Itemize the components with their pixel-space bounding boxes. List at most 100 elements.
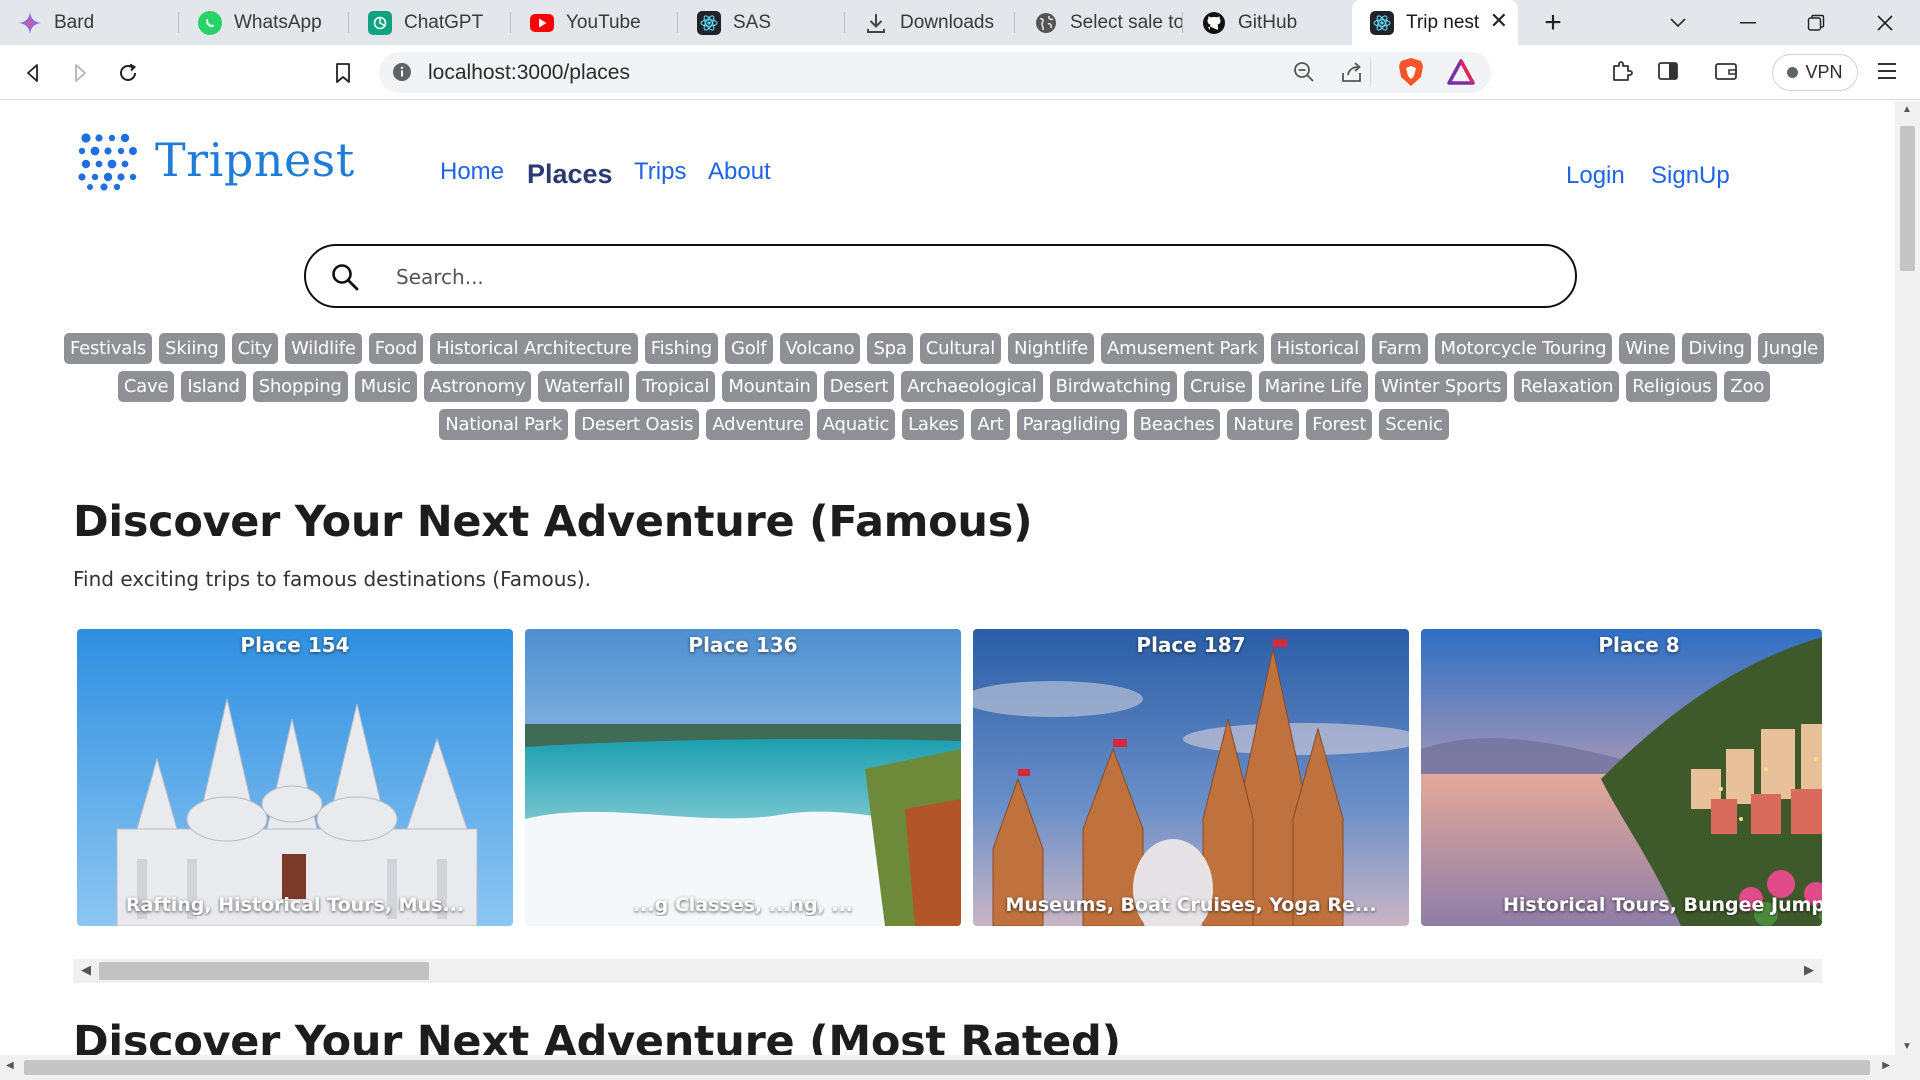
menu-icon[interactable]	[1876, 61, 1898, 86]
scroll-left-icon[interactable]: ◀	[6, 1060, 14, 1071]
category-tag[interactable]: Waterfall	[538, 371, 630, 402]
tab-sas[interactable]: SAS	[679, 0, 844, 45]
nav-trips[interactable]: Trips	[634, 158, 686, 186]
tab-select-sale[interactable]: Select sale to	[1016, 0, 1182, 45]
page-horizontal-scrollbar-thumb[interactable]	[24, 1060, 1870, 1075]
tab-bard[interactable]: Bard	[0, 0, 178, 45]
nav-home[interactable]: Home	[440, 158, 504, 186]
place-card[interactable]: Place 8 Historical Tours, Bungee Jumpi..…	[1421, 629, 1822, 926]
forward-arrow-icon[interactable]	[61, 54, 99, 92]
category-tag[interactable]: Motorcycle Touring	[1434, 333, 1613, 364]
category-tag[interactable]: Desert Oasis	[575, 409, 700, 440]
category-tag[interactable]: Island	[181, 371, 246, 402]
carousel-scrollbar-thumb[interactable]	[99, 962, 429, 980]
tab-trip-nest[interactable]: Trip nest ✕	[1352, 0, 1518, 45]
category-tag[interactable]: Birdwatching	[1049, 371, 1177, 402]
category-tag[interactable]: Aquatic	[816, 409, 896, 440]
category-tag[interactable]: Wine	[1619, 333, 1676, 364]
category-tag[interactable]: Marine Life	[1258, 371, 1369, 402]
signup-link[interactable]: SignUp	[1651, 162, 1730, 190]
category-tag[interactable]: Beaches	[1133, 409, 1221, 440]
category-tag[interactable]: Winter Sports	[1375, 371, 1508, 402]
minimize-icon[interactable]	[1725, 0, 1771, 45]
search-input[interactable]	[396, 261, 1496, 293]
category-tag[interactable]: Festivals	[63, 333, 153, 364]
place-card[interactable]: Place 187 Museums, Boat Cruises, Yoga Re…	[973, 629, 1409, 926]
category-tag[interactable]: Astronomy	[423, 371, 532, 402]
zoom-icon[interactable]	[1292, 60, 1316, 89]
category-tag[interactable]: Scenic	[1379, 409, 1449, 440]
category-tag[interactable]: Adventure	[706, 409, 810, 440]
url-text[interactable]: localhost:3000/places	[428, 61, 630, 85]
bookmark-icon[interactable]	[324, 54, 362, 92]
scroll-right-icon[interactable]: ▶	[1804, 962, 1814, 978]
tab-search-chevron-icon[interactable]	[1655, 0, 1701, 45]
category-tag[interactable]: Art	[971, 409, 1010, 440]
category-tag[interactable]: Lakes	[902, 409, 965, 440]
scroll-up-icon[interactable]: ▲	[1902, 104, 1912, 115]
category-tag[interactable]: City	[231, 333, 279, 364]
category-tag[interactable]: Wildlife	[285, 333, 362, 364]
category-tag[interactable]: Fishing	[644, 333, 719, 364]
extensions-icon[interactable]	[1610, 59, 1634, 88]
close-window-icon[interactable]	[1862, 0, 1908, 45]
page-horizontal-scrollbar[interactable]: ◀ ▶	[0, 1055, 1920, 1080]
place-card[interactable]: Place 136 ...g Classes, ...ng, ...	[525, 629, 961, 926]
search-bar[interactable]	[304, 244, 1577, 308]
category-tag[interactable]: Historical Architecture	[430, 333, 638, 364]
category-tag[interactable]: Forest	[1306, 409, 1373, 440]
scroll-left-icon[interactable]: ◀	[81, 962, 91, 978]
nav-about[interactable]: About	[708, 158, 771, 186]
category-tag[interactable]: Religious	[1626, 371, 1718, 402]
page-scrollbar-thumb[interactable]	[1900, 126, 1915, 271]
sidebar-toggle-icon[interactable]	[1656, 59, 1680, 88]
category-tag[interactable]: Golf	[725, 333, 773, 364]
category-tag[interactable]: Historical	[1270, 333, 1365, 364]
category-tag[interactable]: Cave	[117, 371, 175, 402]
category-tag[interactable]: Amusement Park	[1101, 333, 1264, 364]
tab-chatgpt[interactable]: ChatGPT	[350, 0, 510, 45]
reload-icon[interactable]	[109, 54, 147, 92]
category-tag[interactable]: Music	[354, 371, 417, 402]
new-tab-icon[interactable]: +	[1530, 0, 1576, 45]
tab-whatsapp[interactable]: WhatsApp	[180, 0, 348, 45]
page-scrollbar[interactable]: ▲ ▼	[1895, 101, 1920, 1055]
category-tag[interactable]: Cruise	[1184, 371, 1252, 402]
carousel-scrollbar[interactable]: ◀ ▶	[73, 959, 1822, 983]
category-tag[interactable]: Diving	[1682, 333, 1751, 364]
brave-rewards-icon[interactable]	[1447, 59, 1475, 90]
category-tag[interactable]: Volcano	[779, 333, 861, 364]
category-tag[interactable]: Nightlife	[1008, 333, 1094, 364]
tab-downloads[interactable]: Downloads	[846, 0, 1014, 45]
category-tag[interactable]: Cultural	[919, 333, 1002, 364]
category-tag[interactable]: Farm	[1371, 333, 1428, 364]
category-tag[interactable]: Skiing	[159, 333, 225, 364]
share-icon[interactable]	[1340, 60, 1364, 89]
scroll-right-icon[interactable]: ▶	[1882, 1060, 1890, 1071]
category-tag[interactable]: Tropical	[636, 371, 716, 402]
category-tag[interactable]: Jungle	[1757, 333, 1825, 364]
scroll-down-icon[interactable]: ▼	[1902, 1041, 1912, 1052]
category-tag[interactable]: Food	[368, 333, 424, 364]
site-logo[interactable]: Tripnest	[77, 129, 355, 191]
category-tag[interactable]: National Park	[439, 409, 569, 440]
category-tag[interactable]: Nature	[1227, 409, 1300, 440]
category-tag[interactable]: Desert	[823, 371, 895, 402]
nav-places[interactable]: Places	[527, 159, 613, 190]
category-tag[interactable]: Relaxation	[1514, 371, 1620, 402]
category-tag[interactable]: Archaeological	[901, 371, 1043, 402]
back-arrow-icon[interactable]	[14, 54, 52, 92]
close-tab-icon[interactable]: ✕	[1490, 8, 1508, 34]
restore-icon[interactable]	[1793, 0, 1839, 45]
brave-shield-icon[interactable]	[1397, 57, 1425, 92]
wallet-icon[interactable]	[1714, 60, 1738, 87]
category-tag[interactable]: Spa	[867, 333, 913, 364]
tab-github[interactable]: GitHub	[1184, 0, 1350, 45]
category-tag[interactable]: Zoo	[1724, 371, 1771, 402]
category-tag[interactable]: Mountain	[722, 371, 817, 402]
login-link[interactable]: Login	[1566, 162, 1625, 190]
category-tag[interactable]: Shopping	[252, 371, 348, 402]
site-info-icon[interactable]	[392, 62, 412, 87]
category-tag[interactable]: Paragliding	[1016, 409, 1127, 440]
vpn-button[interactable]: VPN	[1772, 54, 1858, 91]
